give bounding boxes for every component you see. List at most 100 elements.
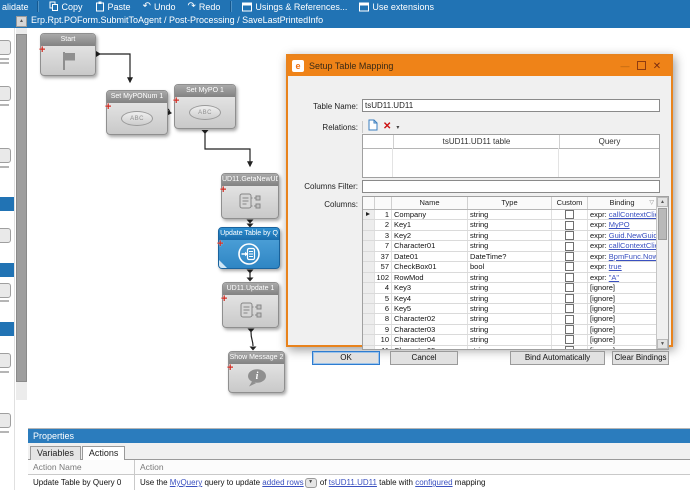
custom-checkbox[interactable] (565, 325, 574, 334)
relations-grid[interactable]: tsUD11.UD11 table Query (362, 134, 660, 178)
table-row[interactable]: 1Companystringexpr: callContextClient.Cu (363, 210, 656, 220)
scroll-up-icon[interactable]: ▲ (16, 16, 27, 27)
add-callers-icon[interactable]: + (221, 294, 227, 304)
ok-button[interactable]: OK (312, 351, 380, 365)
delete-icon[interactable]: ✕ (383, 122, 391, 132)
row-selector-cell[interactable] (363, 273, 375, 282)
add-callers-icon[interactable]: + (227, 363, 233, 373)
action-link[interactable]: tsUD11.UD11 (329, 478, 377, 487)
custom-checkbox[interactable] (565, 304, 574, 313)
toolbar-use-extensions-button[interactable]: Use extensions (353, 2, 440, 12)
add-callers-icon[interactable]: + (217, 239, 223, 249)
toolbox-item-icon[interactable] (0, 86, 11, 101)
custom-checkbox[interactable] (565, 335, 574, 344)
dialog-title-bar[interactable]: e Setup Table Mapping — ✕ (288, 56, 671, 76)
action-link[interactable]: added rows (262, 478, 303, 487)
node-show-message-2[interactable]: Show Message 2i+ (228, 351, 285, 393)
scroll-up-icon[interactable]: ▲ (657, 197, 668, 207)
custom-checkbox[interactable] (565, 273, 574, 282)
row-selector-cell[interactable] (363, 294, 375, 303)
custom-checkbox[interactable] (565, 221, 574, 230)
toolbox-item-icon[interactable] (0, 413, 11, 428)
custom-checkbox[interactable] (565, 242, 574, 251)
grid-col-binding[interactable]: Binding (588, 197, 656, 209)
node-set-myponum-1[interactable]: Set MyPONum 1ABC+ (106, 90, 168, 135)
table-row[interactable]: 10Character04string[ignore] (363, 335, 656, 345)
node-ud11-update-1[interactable]: UD11.Update 1+ (222, 282, 279, 328)
grid-col-custom[interactable]: Custom (552, 197, 588, 209)
row-selector-cell[interactable] (363, 283, 375, 292)
custom-checkbox[interactable] (565, 231, 574, 240)
add-callers-icon[interactable]: + (39, 45, 45, 55)
toolbar-undo-button[interactable]: ↶Undo (137, 2, 182, 12)
table-row[interactable]: 37Date01DateTime?expr: BpmFunc.Now() (363, 252, 656, 262)
row-selector-cell[interactable] (363, 325, 375, 334)
scroll-down-icon[interactable]: ▼ (657, 339, 668, 349)
toolbar-paste-button[interactable]: Paste (89, 1, 137, 12)
table-row[interactable]: 3Key2stringexpr: Guid.NewGuid().ToS (363, 231, 656, 241)
clear-bindings-button[interactable]: Clear Bindings (612, 351, 669, 365)
custom-checkbox[interactable] (565, 252, 574, 261)
row-selector-cell[interactable] (363, 314, 375, 323)
toolbox-item-icon[interactable] (0, 283, 11, 298)
grid-scrollbar-thumb[interactable] (658, 208, 667, 240)
binding-link[interactable]: true (609, 262, 622, 271)
tab-actions[interactable]: Actions (82, 446, 126, 460)
dropdown-icon[interactable]: ▾ (396, 124, 399, 131)
row-selector-cell[interactable] (363, 220, 375, 229)
row-selector-cell[interactable] (363, 231, 375, 240)
toolbox-item-icon[interactable] (0, 353, 11, 368)
toolbox-scrollbar-thumb[interactable] (16, 34, 27, 382)
table-row[interactable]: 6Key5string[ignore] (363, 304, 656, 314)
dropdown-icon[interactable]: ▼ (305, 478, 317, 488)
table-row[interactable]: 5Key4string[ignore] (363, 294, 656, 304)
grid-scrollbar[interactable]: ▲ ▼ (656, 197, 668, 349)
table-row[interactable]: 7Character01stringexpr: callContextClien… (363, 241, 656, 251)
tab-variables[interactable]: Variables (30, 446, 81, 460)
toolbar-usings-references-button[interactable]: Usings & References... (236, 2, 353, 12)
custom-checkbox[interactable] (565, 262, 574, 271)
toolbox-item-icon[interactable] (0, 40, 11, 55)
binding-link[interactable]: callContextClient.Cu (609, 210, 656, 219)
custom-checkbox[interactable] (565, 346, 574, 349)
grid-col-name[interactable]: Name (392, 197, 468, 209)
table-row[interactable]: 102RowModstringexpr: "A" (363, 273, 656, 283)
row-selector-cell[interactable] (363, 304, 375, 313)
action-link[interactable]: configured (415, 478, 452, 487)
custom-checkbox[interactable] (565, 315, 574, 324)
cancel-button[interactable]: Cancel (390, 351, 458, 365)
bind-automatically-button[interactable]: Bind Automatically (510, 351, 605, 365)
action-link[interactable]: MyQuery (170, 478, 202, 487)
table-row[interactable]: 9Character03string[ignore] (363, 325, 656, 335)
binding-link[interactable]: MyPO (609, 220, 630, 229)
add-callers-icon[interactable]: + (220, 185, 226, 195)
add-callers-icon[interactable]: + (105, 102, 111, 112)
maximize-icon[interactable] (633, 61, 649, 72)
minimize-icon[interactable]: — (617, 61, 633, 71)
add-callers-icon[interactable]: + (173, 96, 179, 106)
table-row[interactable]: 57CheckBox01boolexpr: true (363, 262, 656, 272)
custom-checkbox[interactable] (565, 210, 574, 219)
node-set-mypo-1[interactable]: Set MyPO 1ABC+ (174, 84, 236, 129)
node-ud11-getanewud[interactable]: UD11.GetaNewUD+ (221, 173, 279, 219)
row-selector-cell[interactable] (363, 210, 375, 219)
filter-icon[interactable]: ▽ (649, 199, 654, 206)
binding-link[interactable]: callContextClient.Cu (609, 241, 656, 250)
binding-link[interactable]: "A" (609, 273, 619, 282)
binding-link[interactable]: Guid.NewGuid().ToS (609, 231, 656, 240)
table-name-input[interactable] (362, 99, 660, 112)
columns-filter-input[interactable] (362, 180, 660, 193)
toolbox-category-bar[interactable] (0, 197, 14, 211)
node-update-table-by-q[interactable]: Update Table by Q+ (218, 227, 280, 269)
toolbox-category-bar[interactable] (0, 263, 14, 277)
grid-col-type[interactable]: Type (468, 197, 552, 209)
close-icon[interactable]: ✕ (649, 61, 665, 72)
table-row[interactable]: 2Key1stringexpr: MyPO (363, 220, 656, 230)
table-row[interactable]: 4Key3string[ignore] (363, 283, 656, 293)
row-selector-cell[interactable] (363, 252, 375, 261)
validate-button[interactable]: alidate (0, 2, 33, 12)
table-row[interactable]: 11Character05string[ignore] (363, 346, 656, 349)
row-selector-cell[interactable] (363, 262, 375, 271)
custom-checkbox[interactable] (565, 294, 574, 303)
row-selector-cell[interactable] (363, 241, 375, 250)
